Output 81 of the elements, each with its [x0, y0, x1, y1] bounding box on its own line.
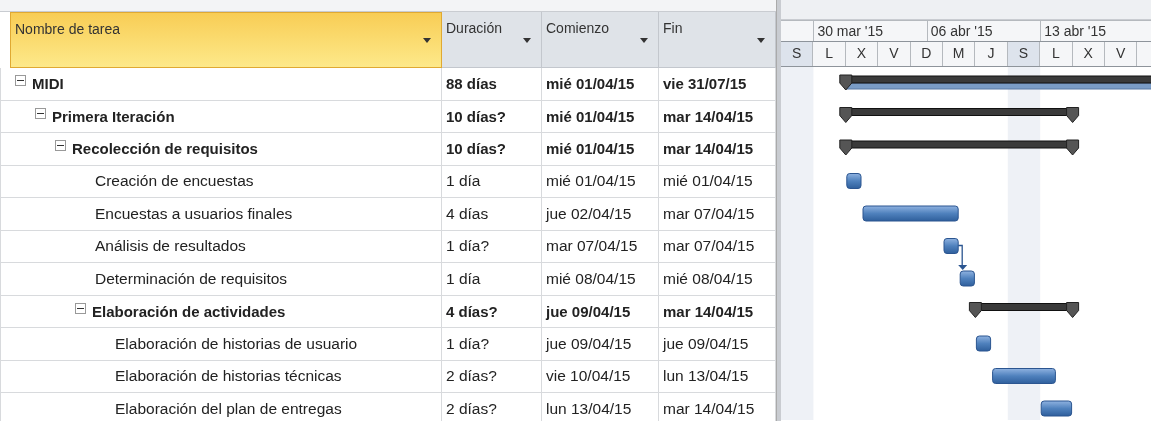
day-label: V	[1104, 42, 1138, 66]
finish-date-cell: mar 07/04/15	[663, 237, 755, 256]
collapse-toggle-icon[interactable]	[35, 107, 46, 119]
duration-cell: 1 día?	[446, 237, 490, 256]
start-date-cell: jue 09/04/15	[546, 334, 632, 353]
day-label: L	[813, 42, 846, 66]
start-date-cell: mié 01/04/15	[546, 75, 635, 93]
week-label: 30 mar '15	[813, 21, 927, 41]
task-bar[interactable]	[975, 335, 992, 352]
duration-cell: 1 día?	[446, 334, 490, 353]
dropdown-arrow-icon[interactable]	[757, 38, 765, 43]
duration-cell: 1 día	[446, 172, 481, 191]
duration-cell: 10 días?	[446, 107, 507, 125]
task-name: MIDI	[32, 75, 64, 93]
finish-date-cell: lun 13/04/15	[663, 367, 749, 386]
task-name: Creación de encuestas	[95, 172, 254, 191]
duration-cell: 1 día	[446, 269, 481, 288]
column-header[interactable]: Fin	[659, 12, 776, 68]
finish-date-cell: mar 14/04/15	[663, 399, 755, 418]
finish-date-cell: vie 31/07/15	[663, 75, 747, 93]
summary-bar[interactable]	[968, 302, 1080, 318]
start-date-cell: mié 01/04/15	[546, 107, 635, 125]
duration-cell: 4 días?	[446, 302, 498, 320]
task-name: Recolección de requisitos	[72, 140, 258, 158]
task-name: Análisis de resultados	[95, 237, 246, 256]
day-label: X	[845, 42, 879, 66]
day-label: X	[1072, 42, 1105, 66]
task-name: Primera Iteración	[52, 107, 175, 125]
duration-cell: 2 días?	[446, 399, 497, 418]
task-name: Elaboración de historias de usuario	[115, 334, 358, 353]
column-header[interactable]: Nombre de tarea	[10, 12, 442, 68]
finish-date-cell: mié 08/04/15	[663, 269, 753, 288]
duration-cell: 88 días	[446, 75, 497, 93]
task-name: Determinación de requisitos	[95, 269, 288, 288]
duration-cell: 2 días?	[446, 367, 497, 386]
summary-bar[interactable]	[839, 107, 1080, 123]
finish-date-cell: mar 14/04/15	[663, 302, 754, 320]
start-date-cell: vie 10/04/15	[546, 367, 631, 386]
collapse-toggle-icon[interactable]	[55, 140, 66, 151]
summary-bar[interactable]	[839, 139, 1080, 156]
dependency-arrow	[957, 244, 968, 270]
dropdown-arrow-icon[interactable]	[640, 38, 648, 43]
day-label: S	[1007, 42, 1041, 66]
start-date-cell: jue 02/04/15	[546, 204, 632, 223]
finish-date-cell: mar 07/04/15	[663, 204, 755, 223]
task-name: Elaboración de actividades	[92, 302, 286, 320]
week-label: 13 abr '15	[1040, 21, 1151, 41]
week-label: 06 abr '15	[926, 21, 1041, 41]
task-name: Encuestas a usuarios finales	[95, 204, 293, 223]
start-date-cell: mar 07/04/15	[546, 237, 638, 256]
dropdown-arrow-icon[interactable]	[423, 38, 431, 43]
duration-cell: 10 días?	[446, 140, 507, 158]
task-bar[interactable]	[959, 270, 975, 287]
start-date-cell: mié 01/04/15	[546, 140, 635, 158]
finish-date-cell: jue 09/04/15	[663, 334, 749, 353]
day-label: D	[910, 42, 943, 66]
day-label: M	[942, 42, 976, 66]
column-header[interactable]: Comienzo	[542, 12, 659, 68]
start-date-cell: jue 09/04/15	[546, 302, 631, 320]
column-header[interactable]: Duración	[442, 12, 542, 68]
start-date-cell: mié 08/04/15	[546, 269, 636, 288]
task-bar[interactable]	[846, 173, 862, 189]
finish-date-cell: mar 14/04/15	[663, 107, 754, 125]
task-name: Elaboración de historias técnicas	[115, 367, 342, 386]
finish-date-cell: mié 01/04/15	[663, 172, 753, 191]
duration-cell: 4 días	[446, 204, 489, 223]
task-bar[interactable]	[1040, 400, 1073, 417]
collapse-toggle-icon[interactable]	[75, 302, 86, 314]
task-name: Elaboración del plan de entregas	[115, 399, 342, 418]
start-date-cell: mié 01/04/15	[546, 172, 636, 191]
summary-bar[interactable]	[839, 74, 1151, 91]
start-date-cell: lun 13/04/15	[546, 399, 632, 418]
day-label: S	[781, 42, 814, 66]
day-label: V	[878, 42, 911, 66]
finish-date-cell: mar 14/04/15	[663, 140, 754, 158]
dropdown-arrow-icon[interactable]	[523, 38, 531, 43]
task-bar[interactable]	[943, 238, 959, 254]
day-label: J	[975, 42, 1008, 66]
collapse-toggle-icon[interactable]	[15, 75, 26, 86]
task-bar[interactable]	[992, 368, 1056, 384]
day-label: L	[1040, 42, 1073, 66]
